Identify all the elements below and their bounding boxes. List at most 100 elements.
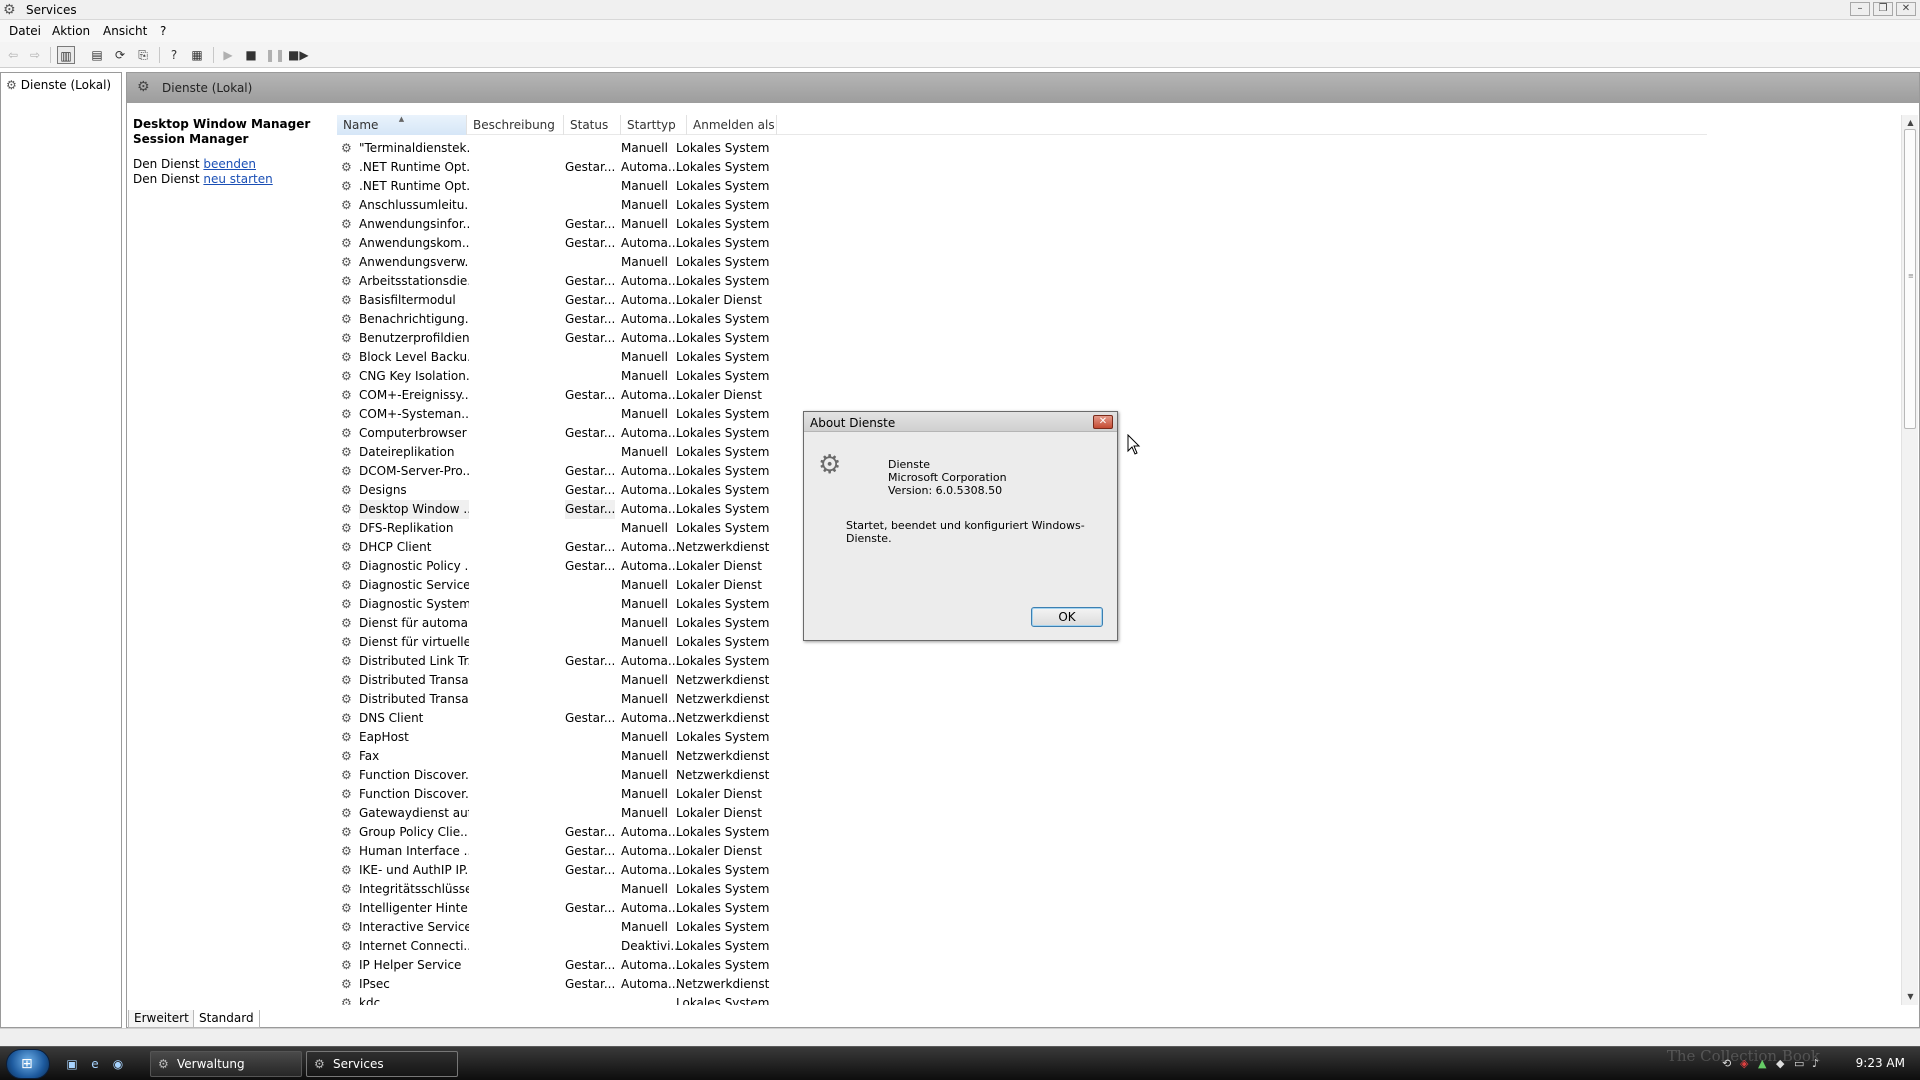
vertical-scrollbar[interactable]: ▲ ≡ ▼ — [1901, 115, 1918, 1005]
service-row[interactable]: ⚙ Anwendungskom... Gestar... Automa... Lokal… — [337, 234, 1707, 253]
service-row[interactable]: ⚙ .NET Runtime Opt... Gestar... Automa... Lo… — [337, 158, 1707, 177]
service-row[interactable]: ⚙ Internet Connecti... Deaktivi... Lokales … — [337, 937, 1707, 956]
service-row[interactable]: ⚙ Human Interface ... Gestar... Automa... Lo… — [337, 842, 1707, 861]
service-row[interactable]: ⚙ IKE- und AuthIP IP... Gestar... Automa...… — [337, 861, 1707, 880]
menu-aktion[interactable]: Aktion — [52, 24, 90, 38]
tree-item-dienste-lokal[interactable]: ⚙ Dienste (Lokal) — [6, 78, 111, 92]
column-header-starttype[interactable]: Starttyp — [621, 115, 687, 135]
service-name: EapHost — [359, 730, 409, 744]
restart-service-icon[interactable]: ■▶ — [288, 46, 309, 64]
service-row[interactable]: ⚙ Integritätsschlüsse... Manuell Lokales Sy… — [337, 880, 1707, 899]
service-row[interactable]: ⚙ Arbeitsstationsdie... Gestar... Automa...… — [337, 272, 1707, 291]
service-row[interactable]: ⚙ DNS Client Gestar... Automa... Netzwerkdie… — [337, 709, 1707, 728]
refresh-icon[interactable]: ⟳ — [111, 46, 129, 64]
security-icon[interactable]: ◈ — [1740, 1057, 1748, 1070]
pause-service-icon[interactable]: ❚❚ — [265, 46, 285, 64]
service-starttype: Automa... — [621, 293, 680, 307]
network-icon[interactable]: ▲ — [1758, 1057, 1766, 1070]
taskbar-button-services[interactable]: ⚙ Services — [306, 1051, 458, 1077]
back-icon[interactable]: ⇦ — [4, 46, 22, 64]
help-icon[interactable]: ? — [165, 46, 183, 64]
service-row[interactable]: ⚙ CNG Key Isolation... Manuell Lokales Syst… — [337, 367, 1707, 386]
service-row[interactable]: ⚙ Anwendungsverw... Manuell Lokales System — [337, 253, 1707, 272]
service-status: Gestar... — [565, 977, 615, 991]
toolbar-separator — [159, 47, 160, 63]
service-row[interactable]: ⚙ IPsec Gestar... Automa... Netzwerkdienst — [337, 975, 1707, 994]
tab-standard[interactable]: Standard — [193, 1010, 260, 1028]
display-icon[interactable]: ▭ — [1794, 1057, 1804, 1070]
service-status — [565, 253, 615, 272]
menu-datei[interactable]: Datei — [9, 24, 41, 38]
service-description — [471, 975, 566, 994]
service-row[interactable]: ⚙ Distributed Transa... Manuell Netzwerkdie… — [337, 690, 1707, 709]
service-row[interactable]: ⚙ Benachrichtigung... Gestar... Automa... Lo… — [337, 310, 1707, 329]
show-hide-tree-icon[interactable]: ▥ — [57, 46, 75, 64]
service-row[interactable]: ⚙ kdc Lokales System — [337, 994, 1707, 1005]
volume-icon[interactable]: ♪ — [1812, 1057, 1819, 1070]
stop-service-icon[interactable]: ■ — [242, 46, 260, 64]
service-row[interactable]: ⚙ Benutzerprofildienst Gestar... Automa... L… — [337, 329, 1707, 348]
ok-button[interactable]: OK — [1031, 607, 1103, 627]
restart-service-link[interactable]: neu starten — [203, 172, 272, 186]
switch-windows-icon[interactable]: ◉ — [110, 1056, 126, 1072]
service-name: Diagnostic Service... — [359, 578, 469, 592]
forward-icon[interactable]: ⇨ — [26, 46, 44, 64]
service-description — [471, 500, 566, 519]
service-row[interactable]: ⚙ Gatewaydienst auf... Manuell Lokaler Dien… — [337, 804, 1707, 823]
tab-erweitert[interactable]: Erweitert — [128, 1010, 195, 1028]
restore-button[interactable]: ❐ — [1873, 2, 1893, 16]
service-description — [471, 956, 566, 975]
scrollbar-thumb[interactable]: ≡ — [1904, 129, 1916, 429]
service-row[interactable]: ⚙ Block Level Backu... Manuell Lokales Syst… — [337, 348, 1707, 367]
service-name: Function Discover... — [359, 787, 469, 801]
service-description — [471, 633, 566, 652]
scroll-down-icon[interactable]: ▼ — [1902, 989, 1919, 1005]
service-status — [565, 994, 615, 1005]
close-button[interactable]: ✕ — [1896, 2, 1916, 16]
service-row[interactable]: ⚙ Group Policy Clie... Gestar... Automa... L… — [337, 823, 1707, 842]
column-header-name[interactable]: ▲ Name — [337, 115, 467, 135]
service-row[interactable]: ⚙ Basisfiltermodul Gestar... Automa... Lokal… — [337, 291, 1707, 310]
service-row[interactable]: ⚙ COM+-Ereignissy... Gestar... Automa... Lok… — [337, 386, 1707, 405]
service-name: Distributed Transa... — [359, 692, 469, 706]
service-row[interactable]: ⚙ Anwendungsinfor... Gestar... Manuell Lokal… — [337, 215, 1707, 234]
service-row[interactable]: ⚙ Distributed Link Tr... Gestar... Automa..… — [337, 652, 1707, 671]
internet-explorer-icon[interactable]: e — [87, 1056, 103, 1072]
start-service-icon[interactable]: ▶ — [219, 46, 237, 64]
service-row[interactable]: ⚙ Fax Manuell Netzwerkdienst — [337, 747, 1707, 766]
service-logon: Netzwerkdienst — [676, 673, 770, 687]
minimize-button[interactable]: – — [1850, 2, 1870, 16]
service-name: Fax — [359, 749, 380, 763]
dialog-close-icon[interactable]: ✕ — [1093, 415, 1113, 429]
start-button[interactable]: ⊞ — [6, 1049, 50, 1079]
service-row[interactable]: ⚙ Function Discover... Manuell Netzwerkdien… — [337, 766, 1707, 785]
service-row[interactable]: ⚙ Anschlussumleitu... Manuell Lokales Syste… — [337, 196, 1707, 215]
properties-icon[interactable]: ▤ — [88, 46, 106, 64]
export-list-icon[interactable]: ⎘ — [134, 46, 152, 64]
service-name: Interactive Service... — [359, 920, 469, 934]
clock[interactable]: 9:23 AM — [1856, 1056, 1905, 1070]
column-header-description[interactable]: Beschreibung — [467, 115, 564, 135]
shield-icon[interactable]: ◆ — [1776, 1057, 1784, 1070]
gears-icon: ⚙ — [341, 559, 352, 573]
service-row[interactable]: ⚙ Interactive Service... Manuell Lokales Sy… — [337, 918, 1707, 937]
stop-service-link[interactable]: beenden — [203, 157, 256, 171]
column-header-logon[interactable]: Anmelden als — [687, 115, 777, 135]
service-logon: Lokales System — [676, 996, 770, 1005]
service-row[interactable]: ⚙ .NET Runtime Opt... Manuell Lokales Syste… — [337, 177, 1707, 196]
service-row[interactable]: ⚙ Intelligenter Hinte... Gestar... Automa..… — [337, 899, 1707, 918]
view-icon[interactable]: ▦ — [188, 46, 206, 64]
menu-ansicht[interactable]: Ansicht — [103, 24, 147, 38]
service-row[interactable]: ⚙ Function Discover... Manuell Lokaler Dien… — [337, 785, 1707, 804]
service-row[interactable]: ⚙ EapHost Manuell Lokales System — [337, 728, 1707, 747]
menu-help[interactable]: ? — [160, 24, 166, 38]
service-name: COM+-Ereignissy... — [359, 388, 469, 402]
service-row[interactable]: ⚙ IP Helper Service Gestar... Automa... Loka… — [337, 956, 1707, 975]
service-row[interactable]: ⚙ Distributed Transa... Manuell Netzwerkdie… — [337, 671, 1707, 690]
service-row[interactable]: ⚙ "Terminaldienstek... Manuell Lokales Syst… — [337, 139, 1707, 158]
column-header-status[interactable]: Status — [564, 115, 621, 135]
service-name: Anwendungskom... — [359, 236, 469, 250]
show-desktop-icon[interactable]: ▣ — [64, 1056, 80, 1072]
taskbar-button-verwaltung[interactable]: ⚙ Verwaltung — [150, 1051, 302, 1077]
tray-arrow-icon[interactable]: ⟲ — [1722, 1057, 1731, 1070]
